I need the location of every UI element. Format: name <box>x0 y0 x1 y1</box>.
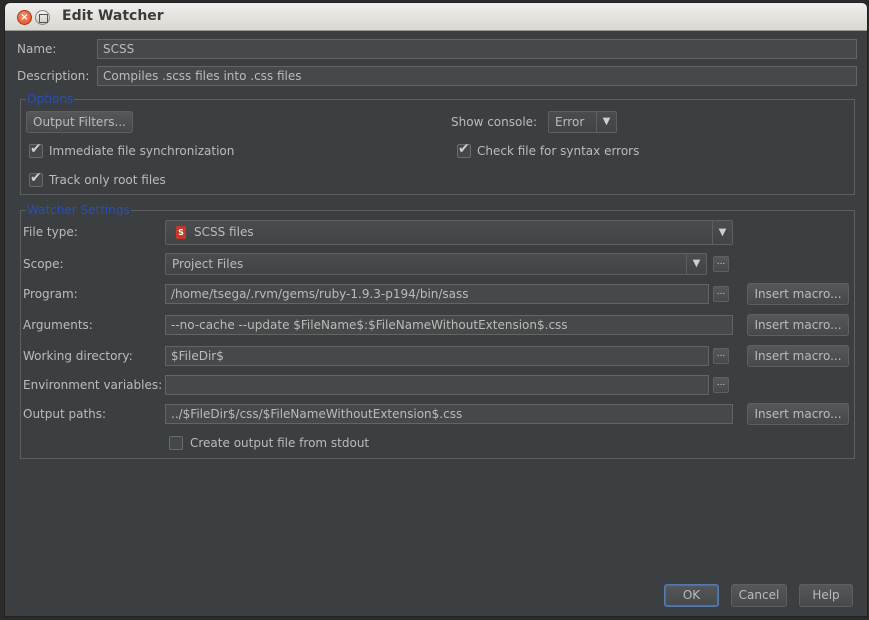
output-paths-field[interactable]: ../$FileDir$/css/$FileNameWithoutExtensi… <box>165 404 733 424</box>
description-field[interactable]: Compiles .scss files into .css files <box>97 66 857 86</box>
output-filters-button[interactable]: Output Filters... <box>26 111 133 133</box>
arguments-insert-macro-button[interactable]: Insert macro... <box>747 314 849 336</box>
output-paths-insert-macro-button[interactable]: Insert macro... <box>747 403 849 425</box>
help-button[interactable]: Help <box>799 584 853 607</box>
scope-label: Scope: <box>23 257 64 271</box>
name-field[interactable]: SCSS <box>97 39 857 59</box>
watcher-settings-legend: Watcher Settings <box>26 202 131 218</box>
chevron-down-icon: ▼ <box>596 112 616 132</box>
arguments-label: Arguments: <box>23 318 93 332</box>
close-window-button[interactable]: × <box>17 10 32 25</box>
program-insert-macro-button[interactable]: Insert macro... <box>747 283 849 305</box>
scope-select[interactable]: Project Files ▼ <box>165 253 707 275</box>
dialog-title: Edit Watcher <box>62 8 164 24</box>
environment-variables-label: Environment variables: <box>23 378 163 392</box>
show-console-value: Error <box>555 115 585 129</box>
program-browse-button[interactable]: ... <box>713 286 729 302</box>
file-type-label: File type: <box>23 225 78 239</box>
title-bar: × Edit Watcher <box>5 3 867 31</box>
working-directory-field[interactable]: $FileDir$ <box>165 346 709 366</box>
environment-variables-browse-button[interactable]: ... <box>713 377 729 393</box>
working-directory-browse-button[interactable]: ... <box>713 348 729 364</box>
track-root-label: Track only root files <box>49 173 166 187</box>
track-root-checkbox[interactable] <box>29 170 43 187</box>
working-directory-label: Working directory: <box>23 349 133 363</box>
name-label: Name: <box>17 42 57 56</box>
arguments-field[interactable]: --no-cache --update $FileName$:$FileName… <box>165 315 733 335</box>
maximize-window-button[interactable] <box>35 10 50 25</box>
scss-file-icon: S <box>176 226 186 239</box>
chevron-down-icon: ▼ <box>712 221 732 244</box>
stdout-label: Create output file from stdout <box>190 436 370 450</box>
output-paths-label: Output paths: <box>23 407 107 421</box>
stdout-checkbox[interactable] <box>169 436 183 450</box>
syntax-check-label: Check file for syntax errors <box>477 144 640 158</box>
ok-button[interactable]: OK <box>664 584 719 607</box>
description-label: Description: <box>17 69 90 83</box>
immediate-sync-checkbox[interactable] <box>29 141 43 158</box>
options-legend: Options <box>26 91 75 107</box>
show-console-select[interactable]: Error ▼ <box>548 111 617 133</box>
chevron-down-icon: ▼ <box>686 254 706 274</box>
file-type-select[interactable]: S SCSS files ▼ <box>165 220 733 245</box>
working-directory-insert-macro-button[interactable]: Insert macro... <box>747 345 849 367</box>
edit-watcher-dialog: × Edit Watcher Name: SCSS Description: C… <box>4 2 868 617</box>
show-console-label: Show console: <box>451 115 538 129</box>
file-type-value: SCSS files <box>194 225 254 239</box>
syntax-check-checkbox[interactable] <box>457 141 471 158</box>
environment-variables-field[interactable] <box>165 375 709 395</box>
scope-value: Project Files <box>172 257 244 271</box>
scope-browse-button[interactable]: ... <box>713 256 729 272</box>
cancel-button[interactable]: Cancel <box>731 584 787 607</box>
program-label: Program: <box>23 287 78 301</box>
immediate-sync-label: Immediate file synchronization <box>49 144 235 158</box>
program-field[interactable]: /home/tsega/.rvm/gems/ruby-1.9.3-p194/bi… <box>165 284 709 304</box>
